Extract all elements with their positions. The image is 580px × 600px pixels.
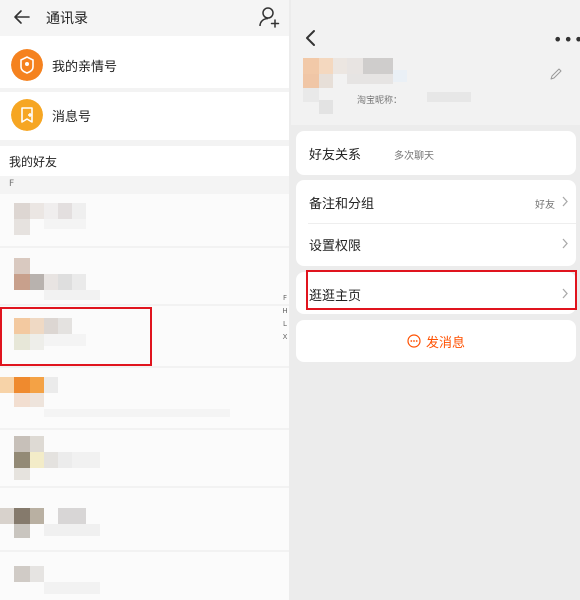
remark-group-value: 好友 (535, 200, 555, 211)
relationship-label: 好友关系 (309, 148, 362, 163)
add-friend-icon[interactable] (258, 5, 282, 29)
section-letter: F (9, 179, 15, 189)
page-title: 通讯录 (46, 11, 88, 27)
family-number-entry[interactable]: 我的亲情号 (0, 42, 289, 88)
friend-row[interactable] (0, 552, 289, 600)
chevron-right-icon (562, 238, 568, 249)
homepage-highlight (306, 270, 577, 310)
index-letter[interactable]: X (281, 333, 289, 346)
contacts-panel: 通讯录 我的亲情号 消息号 我的好友 F F H L X (0, 0, 289, 600)
letter-divider: F (0, 176, 289, 194)
friend-row[interactable] (0, 430, 289, 486)
back-arrow-icon[interactable] (12, 7, 32, 27)
index-letter[interactable]: L (281, 320, 289, 333)
friends-header-label: 我的好友 (9, 155, 58, 169)
entry-label: 消息号 (52, 110, 92, 125)
send-message-label: 发消息 (426, 336, 466, 351)
family-number-icon (11, 49, 43, 81)
permission-row[interactable]: 设置权限 (296, 222, 576, 266)
friend-row[interactable] (0, 488, 289, 550)
index-letter[interactable]: H (281, 307, 289, 320)
index-letter[interactable]: F (281, 294, 289, 307)
chat-bubble-icon (407, 334, 421, 348)
friend-row[interactable] (0, 368, 289, 428)
friend-row[interactable] (0, 248, 289, 304)
contacts-header: 通讯录 (0, 0, 289, 36)
friends-section-header: 我的好友 (0, 146, 289, 176)
selection-highlight (0, 307, 152, 366)
more-icon[interactable]: ••• (553, 30, 580, 49)
remark-group-row[interactable]: 备注和分组 好友 (296, 180, 576, 224)
nickname-label: 淘宝昵称： (357, 96, 403, 106)
remark-group-label: 备注和分组 (309, 197, 375, 212)
relationship-value: 多次聊天 (394, 151, 434, 162)
alphabet-index[interactable]: F H L X (281, 294, 289, 346)
message-account-icon (11, 99, 43, 131)
back-chevron-icon[interactable] (303, 28, 319, 48)
send-message-button[interactable]: 发消息 (296, 320, 576, 362)
permission-label: 设置权限 (309, 239, 362, 254)
relationship-row[interactable]: 好友关系 多次聊天 (296, 131, 576, 175)
chevron-right-icon (562, 196, 568, 207)
message-account-entry[interactable]: 消息号 (0, 92, 289, 138)
friend-row[interactable] (0, 194, 289, 246)
edit-pencil-icon[interactable] (549, 67, 563, 81)
entry-label: 我的亲情号 (52, 60, 118, 75)
settings-card: 备注和分组 好友 设置权限 (296, 180, 576, 266)
relationship-card: 好友关系 多次聊天 (296, 131, 576, 175)
profile-header: ••• 淘宝昵称： (291, 0, 580, 125)
